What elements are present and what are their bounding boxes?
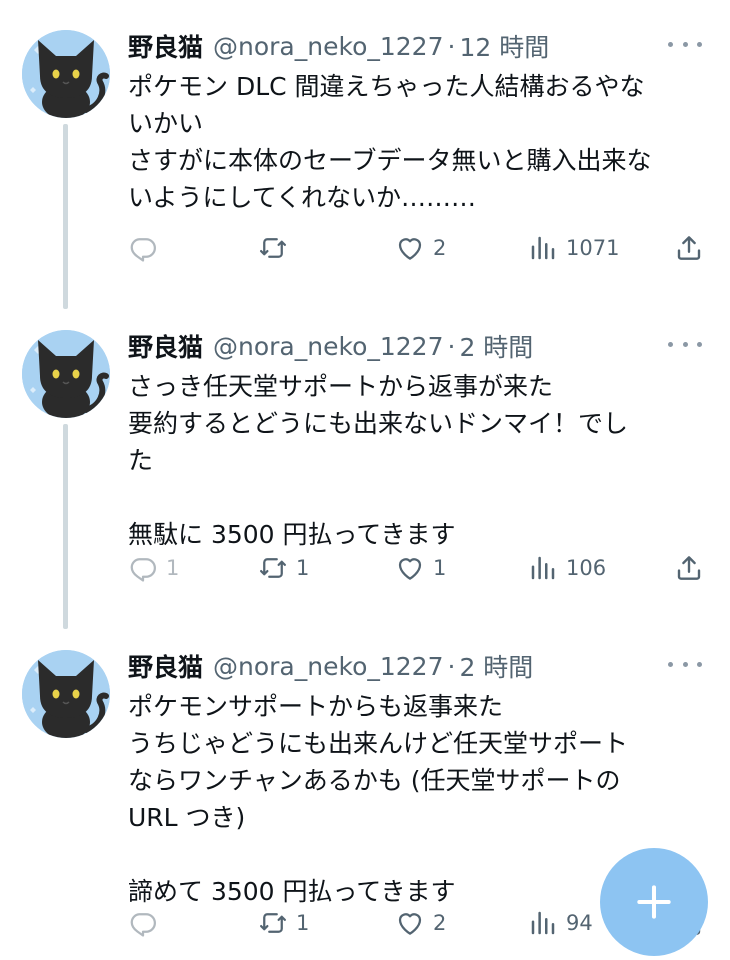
views-icon [531,556,555,580]
header-separator: · [447,651,456,681]
views-icon [531,911,555,935]
timestamp[interactable]: 2 時間 [459,648,533,684]
tweet-text: さっき任天堂サポートから返事が来た 要約するとどうにも出来ないドンマイ！でし た… [128,368,698,553]
more-icon[interactable] [668,654,702,674]
avatar[interactable] [22,650,110,738]
tweet-text-line: ならワンチャンあるかも (任天堂サポートの [128,766,621,795]
retweet-icon [260,913,286,933]
avatar[interactable] [22,30,110,118]
reply-count: 1 [166,556,180,580]
retweet-icon [260,558,286,578]
retweet-count: 1 [296,911,310,935]
tweet-text-line: URL つき) [128,803,246,832]
tweet-text-line: いかい [128,109,204,138]
view-count: 106 [566,556,607,580]
views-button[interactable]: 1071 [528,228,619,268]
thread-connector-line [63,124,68,309]
share-button[interactable] [674,548,704,588]
reply-icon [130,238,156,262]
tweet-1[interactable]: 野良猫 @nora_neko_1227 · 12 時間 ポケモン DLC 間違え… [0,0,730,309]
tweet-header: 野良猫 @nora_neko_1227 · 2 時間 [128,648,710,684]
tweet-text-line: ポケモンサポートからも返事来た [128,692,504,721]
views-button[interactable]: 94 [528,903,593,943]
user-handle[interactable]: @nora_neko_1227 [213,332,443,361]
tweet-text-line: うちじゃどうにも出来んけど任天堂サポート [128,729,629,758]
reply-icon [130,558,156,582]
heart-icon [398,913,422,935]
header-separator: · [447,31,456,61]
retweet-button[interactable]: 1 [258,548,309,588]
display-name[interactable]: 野良猫 [128,28,203,64]
views-icon [531,236,555,260]
tweet-text-line: 要約するとどうにも出来ないドンマイ！でし [128,409,629,438]
tweet-text-line: さすがに本体のセーブデータ無いと購入出来な [128,146,652,175]
compose-button[interactable] [600,848,708,956]
black-cat-avatar-icon [22,650,110,738]
view-count: 94 [566,911,593,935]
like-button[interactable]: 2 [395,228,446,268]
like-button[interactable]: 1 [395,548,446,588]
retweet-button[interactable] [258,228,296,268]
tweet-thread: 野良猫 @nora_neko_1227 · 12 時間 ポケモン DLC 間違え… [0,0,730,960]
black-cat-avatar-icon [22,30,110,118]
tweet-header: 野良猫 @nora_neko_1227 · 12 時間 [128,28,710,64]
plus-icon [637,885,671,919]
more-icon[interactable] [668,334,702,354]
header-separator: · [447,331,456,361]
retweet-count: 1 [296,556,310,580]
tweet-text-line: た [128,446,154,475]
more-icon[interactable] [668,34,702,54]
heart-icon [398,238,422,260]
tweet-text-line [128,479,698,516]
tweet-2[interactable]: 野良猫 @nora_neko_1227 · 2 時間 さっき任天堂サポートから返… [0,300,730,629]
timestamp[interactable]: 12 時間 [459,28,549,64]
like-button[interactable]: 2 [395,903,446,943]
user-handle[interactable]: @nora_neko_1227 [213,32,443,61]
tweet-text-line: いようにしてくれないか……… [128,183,477,212]
view-count: 1071 [566,236,620,260]
tweet-header: 野良猫 @nora_neko_1227 · 2 時間 [128,328,710,364]
like-count: 2 [433,911,447,935]
tweet-actions: 2 1071 [0,228,730,268]
views-button[interactable]: 106 [528,548,606,588]
share-icon [677,236,701,260]
timestamp[interactable]: 2 時間 [459,328,533,364]
retweet-icon [260,238,286,258]
reply-button[interactable] [128,228,166,268]
user-handle[interactable]: @nora_neko_1227 [213,652,443,681]
display-name[interactable]: 野良猫 [128,648,203,684]
thread-connector-line [63,424,68,629]
tweet-text: ポケモン DLC 間違えちゃった人結構おるやな いかい さすがに本体のセーブデー… [128,68,698,216]
reply-icon [130,913,156,937]
black-cat-avatar-icon [22,330,110,418]
display-name[interactable]: 野良猫 [128,328,203,364]
reply-button[interactable] [128,903,166,943]
avatar[interactable] [22,330,110,418]
reply-button[interactable]: 1 [128,548,179,588]
heart-icon [398,558,422,580]
share-icon [677,556,701,580]
like-count: 2 [433,236,447,260]
like-count: 1 [433,556,447,580]
tweet-text-line: ポケモン DLC 間違えちゃった人結構おるやな [128,72,645,101]
retweet-button[interactable]: 1 [258,903,309,943]
tweet-actions: 1 1 1 106 [0,548,730,588]
share-button[interactable] [674,228,704,268]
tweet-text-line: さっき任天堂サポートから返事が来た [128,372,554,401]
